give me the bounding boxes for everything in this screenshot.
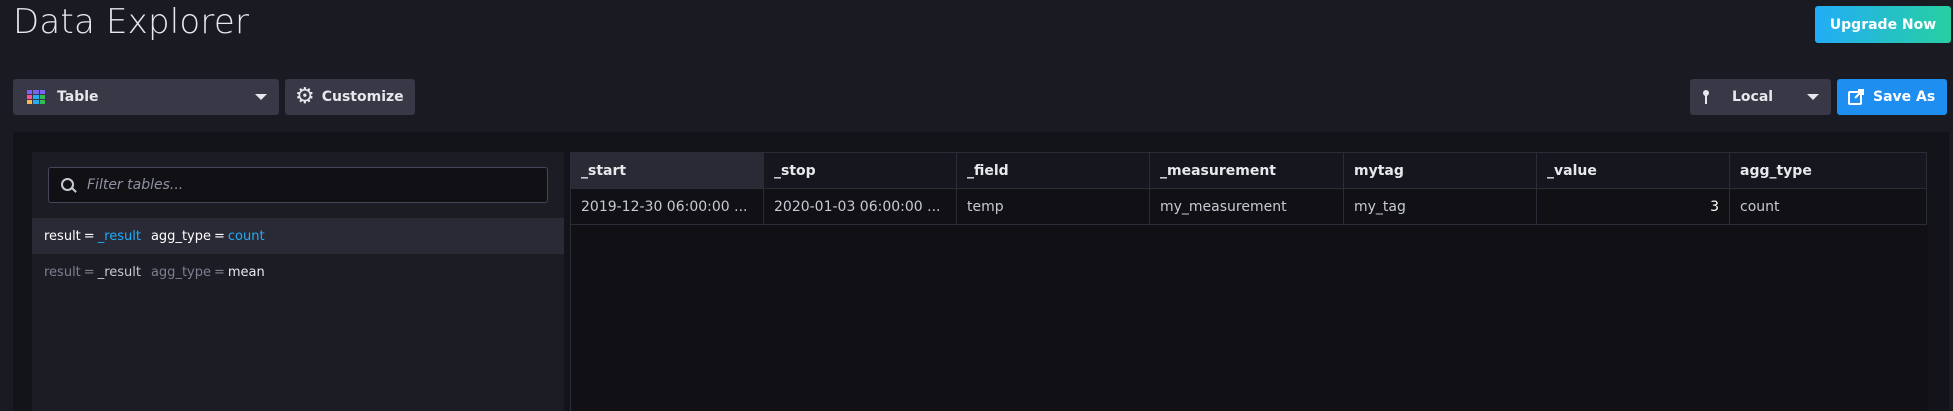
column-header[interactable]: agg_type	[1729, 152, 1927, 189]
column-header[interactable]: _measurement	[1149, 152, 1344, 189]
data-table: _start _stop _field _measurement mytag _…	[570, 152, 1927, 225]
filter-tables-field[interactable]	[48, 167, 548, 203]
equals-sign: =	[213, 264, 225, 280]
table-row: 2019-12-30 06:00:00 ... 2020-01-03 06:00…	[570, 188, 1927, 225]
header: Data Explorer Upgrade Now	[0, 0, 1953, 60]
table-cell: 3	[1536, 188, 1730, 225]
customize-label: Customize	[321, 89, 404, 105]
customize-button[interactable]: ⚙ Customize	[285, 79, 415, 115]
table-header-row: _start _stop _field _measurement mytag _…	[570, 152, 1927, 189]
result-key: result	[44, 264, 81, 280]
result-value: _result	[97, 264, 141, 280]
search-icon	[61, 178, 77, 193]
table-cell: count	[1729, 188, 1927, 225]
save-as-button[interactable]: Save As	[1837, 79, 1947, 115]
equals-sign: =	[83, 264, 95, 280]
chevron-down-icon	[1807, 94, 1819, 100]
result-table-item[interactable]: result = _result agg_type = count	[32, 218, 564, 254]
bucket-dropdown[interactable]: Local	[1690, 79, 1831, 115]
table-cell: 2020-01-03 06:00:00 ...	[763, 188, 957, 225]
column-header[interactable]: _field	[956, 152, 1150, 189]
table-cell: 2019-12-30 06:00:00 ...	[570, 188, 764, 225]
equals-sign: =	[213, 228, 225, 244]
view-type-dropdown[interactable]: Table	[13, 79, 279, 115]
table-cell: temp	[956, 188, 1150, 225]
export-icon	[1848, 89, 1864, 105]
agg-value: count	[227, 228, 265, 244]
agg-key: agg_type	[150, 228, 211, 244]
gear-icon: ⚙	[295, 84, 315, 109]
result-table-item[interactable]: result = _result agg_type = mean	[32, 254, 564, 290]
bucket-label: Local	[1732, 89, 1774, 105]
save-as-label: Save As	[1873, 89, 1936, 105]
column-header[interactable]: _value	[1536, 152, 1730, 189]
agg-key: agg_type	[150, 264, 211, 280]
agg-value: mean	[227, 264, 265, 280]
upgrade-now-button[interactable]: Upgrade Now	[1815, 6, 1951, 43]
page-title: Data Explorer	[13, 2, 250, 42]
table-body-area	[570, 224, 1928, 411]
filter-tables-input[interactable]	[85, 176, 529, 194]
view-type-label: Table	[57, 89, 99, 105]
table-icon	[27, 90, 45, 104]
pin-icon	[1703, 90, 1709, 104]
column-header[interactable]: _stop	[763, 152, 957, 189]
column-header[interactable]: mytag	[1343, 152, 1537, 189]
column-header[interactable]: _start	[570, 152, 764, 189]
table-cell: my_tag	[1343, 188, 1537, 225]
result-value: _result	[97, 228, 141, 244]
result-key: result	[44, 228, 81, 244]
table-cell: my_measurement	[1149, 188, 1344, 225]
equals-sign: =	[83, 228, 95, 244]
chevron-down-icon	[255, 94, 267, 100]
